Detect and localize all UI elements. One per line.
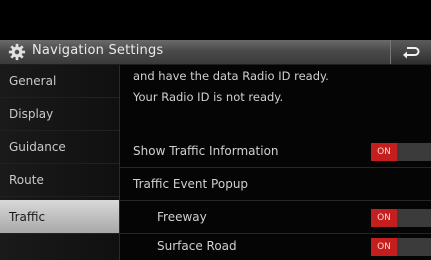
sidebar-item-label: Traffic <box>9 210 46 224</box>
toggle-on-indicator: ON <box>371 209 397 227</box>
sidebar-item-general[interactable]: General <box>0 65 119 98</box>
sidebar-item-traffic[interactable]: Traffic <box>0 200 119 234</box>
gear-icon <box>8 43 26 61</box>
info-text-line2: Your Radio ID is not ready. <box>133 90 284 104</box>
page-title: Navigation Settings <box>32 43 164 58</box>
surface-road-toggle[interactable]: ON <box>371 238 431 256</box>
top-status-bar <box>0 0 431 40</box>
back-arrow-icon <box>403 47 420 59</box>
surface-road-label: Surface Road <box>157 239 237 253</box>
sidebar-item-route[interactable]: Route <box>0 164 119 197</box>
freeway-label: Freeway <box>157 210 207 224</box>
toggle-on-indicator: ON <box>371 143 397 161</box>
back-button[interactable] <box>390 40 431 64</box>
traffic-settings-panel: and have the data Radio ID ready. Your R… <box>120 65 431 260</box>
info-text-line1: and have the data Radio ID ready. <box>133 69 329 83</box>
sidebar-item-label: Guidance <box>9 140 66 154</box>
sidebar-item-label: Route <box>9 173 44 187</box>
sidebar-item-display[interactable]: Display <box>0 98 119 131</box>
traffic-event-popup-label: Traffic Event Popup <box>133 177 249 191</box>
sidebar-item-guidance[interactable]: Guidance <box>0 131 119 164</box>
toggle-on-indicator: ON <box>371 238 397 256</box>
settings-header: Navigation Settings <box>0 40 431 65</box>
freeway-toggle[interactable]: ON <box>371 209 431 227</box>
settings-sidebar: General Display Guidance Route Traffic <box>0 65 120 260</box>
sidebar-item-label: General <box>9 74 57 88</box>
show-traffic-information-label: Show Traffic Information <box>133 144 279 158</box>
traffic-event-popup-row: Traffic Event Popup <box>120 168 431 201</box>
show-traffic-information-row[interactable]: Show Traffic Information ON <box>120 135 431 168</box>
freeway-row[interactable]: Freeway ON <box>120 201 431 234</box>
surface-road-row[interactable]: Surface Road ON <box>120 234 431 260</box>
sidebar-item-label: Display <box>9 107 54 121</box>
show-traffic-information-toggle[interactable]: ON <box>371 143 431 161</box>
